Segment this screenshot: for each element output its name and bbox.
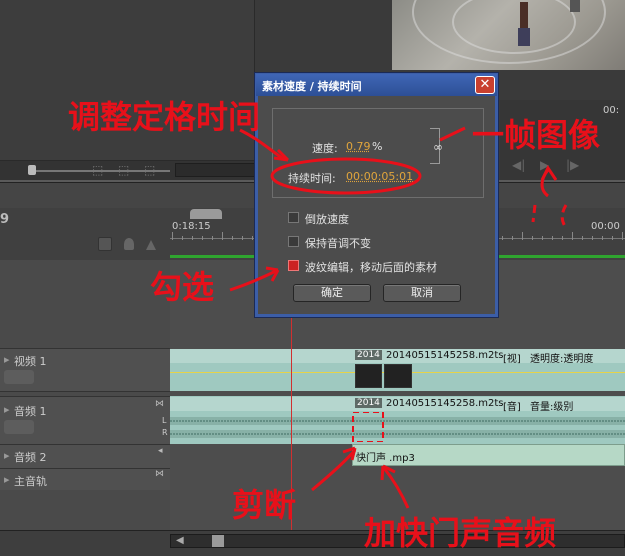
annotation-one-frame: 一帧图像 bbox=[472, 116, 601, 154]
annotation-check: 勾选 bbox=[150, 268, 215, 306]
annotation-cut: 剪断 bbox=[232, 486, 297, 524]
annotation-adjust-freeze: 调整定格时间 bbox=[68, 98, 261, 136]
annotation-add-shutter: 加快门声音频 bbox=[364, 514, 557, 552]
annotation-strokes bbox=[229, 126, 568, 509]
